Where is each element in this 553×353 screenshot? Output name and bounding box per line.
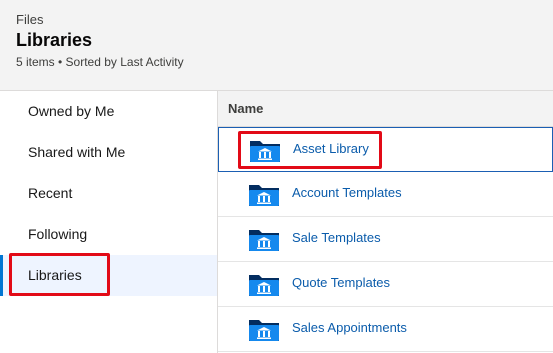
page-title: Libraries [16,30,93,50]
library-folder-icon [249,230,279,251]
sidebar-item-owned-by-me[interactable]: Owned by Me [0,91,217,132]
table-row[interactable]: Sale Templates [218,217,553,262]
files-table: Name Asset Library Account Templates Sal… [218,91,553,353]
page-eyebrow: Files [16,12,44,27]
column-header-label: Name [228,101,264,116]
library-folder-icon [249,185,279,206]
table-row[interactable]: Quote Templates [218,262,553,307]
sidebar-item-label: Shared with Me [28,144,126,160]
library-folder-icon [249,320,279,341]
table-row[interactable]: Sales Appointments [218,307,553,352]
sidebar-item-following[interactable]: Following [0,214,217,255]
library-link[interactable]: Quote Templates [292,275,390,290]
library-link[interactable]: Sales Appointments [292,320,407,335]
page-header: Files Libraries 5 items • Sorted by Last… [0,0,553,91]
library-link[interactable]: Asset Library [293,141,369,156]
sidebar-item-libraries[interactable]: Libraries [0,255,217,296]
table-row[interactable]: Asset Library [218,127,553,172]
list-meta: 5 items • Sorted by Last Activity [16,55,184,69]
sidebar-item-label: Recent [28,185,73,201]
library-link[interactable]: Sale Templates [292,230,381,245]
column-header-name[interactable]: Name [218,91,553,127]
sidebar-item-shared-with-me[interactable]: Shared with Me [0,132,217,173]
sidebar-item-recent[interactable]: Recent [0,173,217,214]
sidebar: Owned by Me Shared with Me Recent Follow… [0,91,218,353]
library-folder-icon [249,275,279,296]
table-row[interactable]: Account Templates [218,172,553,217]
library-folder-icon [250,141,280,162]
sidebar-item-label: Following [28,226,88,242]
sidebar-item-label: Owned by Me [28,103,115,119]
sidebar-item-label: Libraries [28,267,82,283]
library-link[interactable]: Account Templates [292,185,402,200]
